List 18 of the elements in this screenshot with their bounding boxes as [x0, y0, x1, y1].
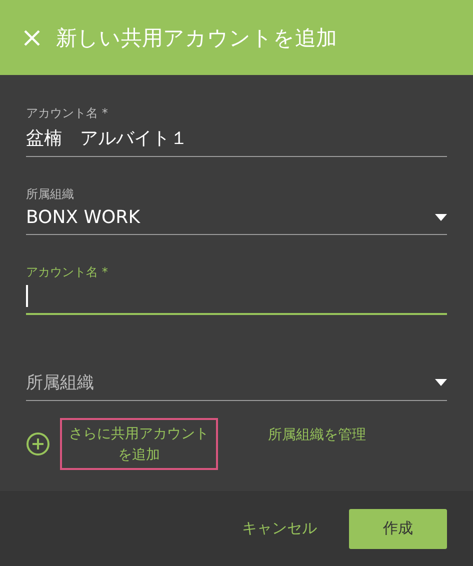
dialog-title: 新しい共用アカウントを追加 — [56, 24, 337, 52]
input-field[interactable]: アカウント名 * — [26, 264, 447, 315]
dropdown-caret-icon[interactable] — [435, 379, 447, 386]
dropdown-caret-icon[interactable] — [435, 214, 447, 221]
input-field[interactable]: アカウント名 * 盆楠 アルバイト１ — [26, 105, 447, 157]
select-field[interactable]: 所属組織 — [26, 343, 447, 401]
field-value: BONX WORK — [26, 207, 140, 228]
cancel-button[interactable]: キャンセル — [236, 518, 323, 539]
field-value: 盆楠 アルバイト１ — [26, 127, 188, 150]
plus-circle-icon — [26, 432, 50, 456]
field-label: アカウント名 * — [26, 105, 109, 122]
field-placeholder: 所属組織 — [26, 372, 94, 394]
field-label: アカウント名 * — [26, 264, 109, 281]
field-label: 所属組織 — [26, 186, 75, 203]
select-field[interactable]: 所属組織 BONX WORK — [26, 186, 447, 235]
manage-organizations-link[interactable]: 所属組織を管理 — [268, 426, 366, 444]
text-cursor — [26, 285, 28, 307]
create-button[interactable]: 作成 — [349, 508, 447, 548]
